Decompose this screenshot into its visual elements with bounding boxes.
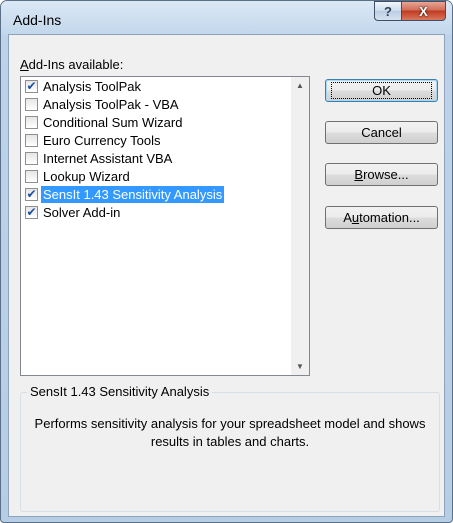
- close-button[interactable]: X: [401, 1, 446, 21]
- add-ins-items: ✔ Analysis ToolPak Analysis ToolPak - VBA C…: [21, 77, 290, 221]
- description-group: SensIt 1.43 Sensitivity Analysis Perform…: [20, 384, 440, 512]
- checkbox-unchecked[interactable]: [25, 151, 38, 165]
- scroll-down-arrow-icon[interactable]: ▼: [291, 358, 309, 375]
- automation-button-label: Automation...: [343, 210, 420, 225]
- cancel-button-label: Cancel: [361, 125, 402, 140]
- close-icon: X: [419, 3, 428, 19]
- description-text: Performs sensitivity analysis for your s…: [34, 416, 426, 449]
- list-item[interactable]: ✔ Analysis ToolPak: [21, 77, 290, 95]
- checkbox-checked[interactable]: ✔: [25, 205, 38, 219]
- list-item-label: Solver Add-in: [43, 204, 121, 220]
- list-item[interactable]: Lookup Wizard: [21, 167, 290, 185]
- add-ins-list[interactable]: ✔ Analysis ToolPak Analysis ToolPak - VBA C…: [20, 76, 310, 376]
- list-item-label: Internet Assistant VBA: [43, 150, 173, 166]
- check-icon: ✔: [26, 205, 37, 219]
- ok-button-label: OK: [331, 82, 432, 99]
- help-button[interactable]: ?: [374, 1, 401, 21]
- list-item[interactable]: ✔ SensIt 1.43 Sensitivity Analysis: [21, 185, 290, 203]
- check-icon: ✔: [26, 79, 37, 93]
- checkbox-unchecked[interactable]: [25, 133, 38, 147]
- browse-button[interactable]: Browse...: [325, 163, 438, 186]
- checkbox-checked[interactable]: ✔: [25, 187, 38, 201]
- scroll-up-arrow-icon[interactable]: ▲: [291, 77, 309, 94]
- title-bar[interactable]: Add-Ins ? X: [1, 1, 452, 35]
- checkbox-unchecked[interactable]: [25, 115, 38, 129]
- checkbox-checked[interactable]: ✔: [25, 79, 38, 93]
- cancel-button[interactable]: Cancel: [325, 121, 438, 144]
- dialog-body: Add-Ins available: ✔ Analysis ToolPak Anal…: [8, 34, 445, 517]
- list-item-label: SensIt 1.43 Sensitivity Analysis: [41, 185, 225, 203]
- list-item[interactable]: ✔ Solver Add-in: [21, 203, 290, 221]
- list-item[interactable]: Euro Currency Tools: [21, 131, 290, 149]
- help-icon: ?: [384, 3, 392, 19]
- checkbox-unchecked[interactable]: [25, 97, 38, 111]
- automation-button[interactable]: Automation...: [325, 206, 438, 229]
- window-title: Add-Ins: [13, 12, 62, 28]
- browse-button-label: Browse...: [354, 167, 409, 182]
- caption-buttons: ? X: [374, 1, 446, 21]
- list-item-label: Lookup Wizard: [43, 168, 130, 184]
- list-item-label: Analysis ToolPak - VBA: [43, 96, 179, 112]
- list-item[interactable]: Internet Assistant VBA: [21, 149, 290, 167]
- add-ins-available-mnemonic: A: [20, 57, 29, 72]
- checkbox-unchecked[interactable]: [25, 169, 38, 183]
- ok-button[interactable]: OK: [325, 79, 438, 102]
- list-item[interactable]: Analysis ToolPak - VBA: [21, 95, 290, 113]
- list-scrollbar[interactable]: ▲ ▼: [291, 77, 309, 375]
- list-item-label: Conditional Sum Wizard: [43, 114, 183, 130]
- add-ins-available-label: Add-Ins available:: [20, 57, 123, 72]
- list-item-label: Euro Currency Tools: [43, 132, 161, 148]
- add-ins-available-rest: dd-Ins available:: [28, 57, 124, 72]
- list-item[interactable]: Conditional Sum Wizard: [21, 113, 290, 131]
- add-ins-dialog: Add-Ins ? X Add-Ins available: ✔ Analysis…: [0, 0, 453, 523]
- check-icon: ✔: [26, 187, 37, 201]
- description-title: SensIt 1.43 Sensitivity Analysis: [27, 384, 213, 399]
- list-item-label: Analysis ToolPak: [43, 78, 142, 94]
